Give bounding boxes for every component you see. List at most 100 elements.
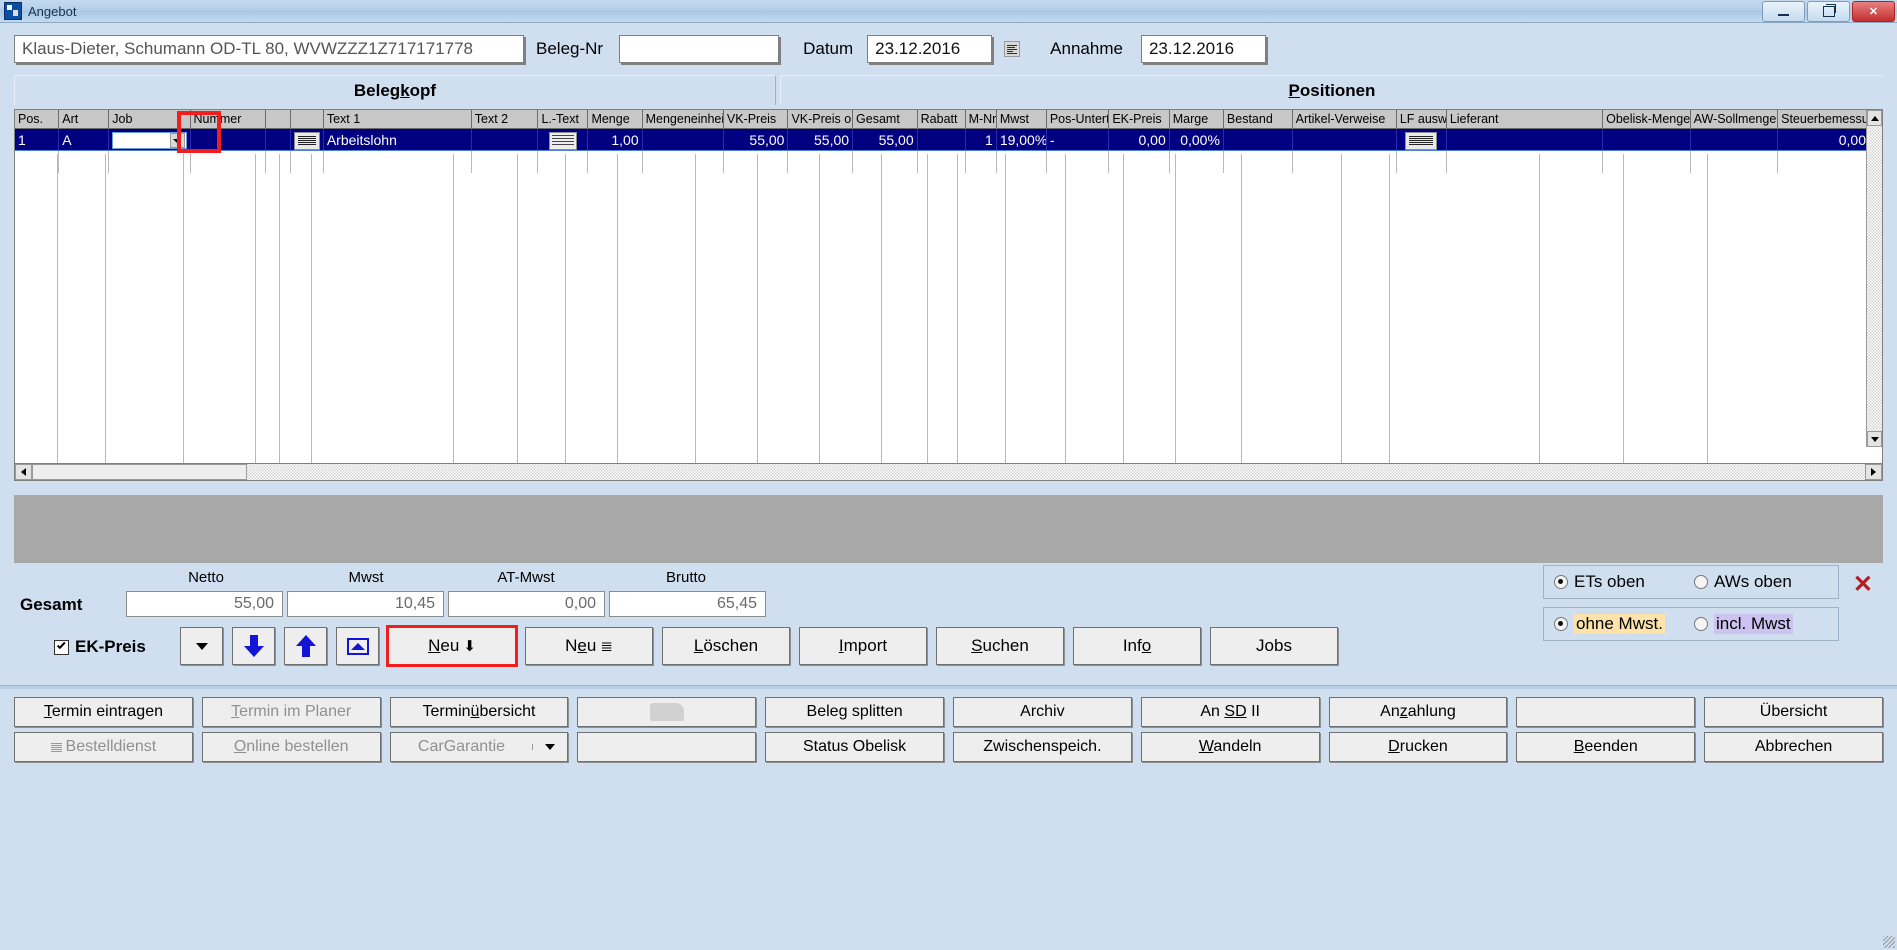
cell-lieferant[interactable] (1446, 128, 1604, 151)
col-pos-untertyp[interactable]: Pos-Untertyp (1046, 110, 1110, 129)
cell-text2[interactable] (471, 128, 539, 151)
jobs-button[interactable]: Jobs (1210, 627, 1338, 665)
anzahlung-button[interactable]: Anzahlung (1328, 697, 1508, 727)
beleg-splitten-button[interactable]: Beleg splitten (765, 697, 944, 727)
col-text1[interactable]: Text 1 (323, 110, 472, 129)
col-steuerbemessung[interactable]: Steuerbemessung (1777, 110, 1870, 129)
drucken-button[interactable]: Drucken (1328, 732, 1508, 762)
cell-rabatt[interactable] (917, 128, 966, 151)
zwischenspeich-button[interactable]: Zwischenspeich. (952, 732, 1132, 762)
cell-m-nr[interactable]: 1 (965, 128, 997, 151)
col-spacer-1[interactable] (265, 110, 291, 129)
radio-aws-oben[interactable]: AWs oben (1694, 572, 1792, 592)
long-text-icon[interactable] (548, 131, 577, 150)
close-button[interactable]: ✕ (1852, 1, 1895, 22)
tab-positionen[interactable]: Positionen (780, 75, 1883, 105)
loeschen-button[interactable]: Löschen (662, 627, 790, 665)
move-down-button[interactable] (232, 627, 275, 665)
table-row[interactable]: 1 A Arbeitslohn 1,00 55,00 55,00 55,00 1… (15, 128, 1870, 151)
cell-gesamt[interactable]: 55,00 (852, 128, 918, 151)
restore-button[interactable] (1807, 1, 1850, 22)
radio-button-icon[interactable] (1694, 617, 1708, 631)
cell-ltext[interactable] (537, 128, 589, 151)
termin-eintragen-button[interactable]: Termin eintragen (14, 697, 193, 727)
radio-button-icon[interactable] (1554, 575, 1568, 589)
import-button[interactable]: Import (799, 627, 927, 665)
info-button[interactable]: Info (1073, 627, 1201, 665)
col-text2[interactable]: Text 2 (471, 110, 539, 129)
suchen-button[interactable]: Suchen (936, 627, 1064, 665)
col-lieferant[interactable]: Lieferant (1446, 110, 1604, 129)
chevron-down-icon[interactable] (532, 744, 567, 750)
cell-text-editor[interactable] (290, 128, 324, 151)
status-obelisk-button[interactable]: Status Obelisk (765, 732, 944, 762)
cell-artikel-verweise[interactable] (1292, 128, 1397, 151)
col-pos[interactable]: Pos. (15, 110, 60, 129)
cell-pos[interactable]: 1 (15, 128, 60, 151)
customer-field[interactable]: Klaus-Dieter, Schumann OD-TL 80, WVWZZZ1… (14, 35, 524, 63)
window-resize-grip[interactable] (1883, 936, 1895, 948)
cell-nummer[interactable] (190, 128, 266, 151)
job-combo[interactable] (112, 132, 187, 149)
datum-list-icon[interactable] (1004, 41, 1021, 57)
col-gesamt[interactable]: Gesamt (852, 110, 918, 129)
col-aw-sollmenge[interactable]: AW-Sollmenge (Ze (1690, 110, 1779, 129)
table-row-empty[interactable] (15, 150, 1870, 173)
col-mengeneinheit[interactable]: Mengeneinheit (642, 110, 724, 129)
abbrechen-button[interactable]: Abbrechen (1704, 732, 1883, 762)
cell-marge[interactable]: 0,00% (1169, 128, 1224, 151)
scroll-down-arrow[interactable] (1867, 431, 1882, 447)
minimize-button[interactable] (1762, 1, 1805, 22)
col-vk-preis-ohne-mwst[interactable]: VK-Preis o. Mv (787, 110, 854, 129)
hscroll-thumb[interactable] (32, 464, 247, 480)
scroll-up-arrow[interactable] (1867, 110, 1882, 126)
cell-vk-preis-ohne-mwst[interactable]: 55,00 (787, 128, 854, 151)
beleg-nr-input[interactable] (619, 35, 780, 63)
neu-down-button[interactable]: Neu ⬇ (386, 625, 518, 667)
terminuebersicht-button[interactable]: Terminübersicht (389, 697, 569, 727)
radio-ohne-mwst[interactable]: ohne Mwst. (1554, 614, 1694, 634)
cell-mwst[interactable]: 19,00% (996, 128, 1047, 151)
close-options-icon[interactable]: ✕ (1853, 573, 1873, 597)
beenden-button[interactable]: Beenden (1516, 732, 1696, 762)
grid-horizontal-scrollbar[interactable] (15, 463, 1882, 480)
neu-split-button[interactable]: Neu ≣ (525, 627, 653, 665)
col-lf-ausw[interactable]: LF ausw. (1396, 110, 1447, 129)
blank-button-1[interactable] (1516, 697, 1696, 727)
chart-button[interactable] (336, 627, 379, 665)
cell-pos-untertyp[interactable]: - (1046, 128, 1110, 151)
col-spacer-2[interactable] (290, 110, 324, 129)
cell-menge[interactable]: 1,00 (587, 128, 643, 151)
col-bestand[interactable]: Bestand (1223, 110, 1293, 129)
cell-steuerbemessung[interactable]: 0,00 (1777, 128, 1870, 151)
move-up-button[interactable] (284, 627, 327, 665)
ek-preis-checkbox[interactable] (54, 639, 69, 655)
col-vk-preis[interactable]: VK-Preis (723, 110, 789, 129)
an-sd-ii-button[interactable]: An SD II (1140, 697, 1320, 727)
col-nummer[interactable]: Nummer (190, 110, 266, 129)
col-art[interactable]: Art (58, 110, 110, 129)
chevron-down-icon[interactable] (169, 133, 185, 148)
cell-obelisk-menge[interactable] (1602, 128, 1691, 151)
grid-vertical-scrollbar[interactable] (1866, 110, 1882, 447)
col-menge[interactable]: Menge (587, 110, 643, 129)
cell-bestand[interactable] (1223, 128, 1293, 151)
text-editor-icon[interactable] (293, 131, 320, 150)
uebersicht-button[interactable]: Übersicht (1704, 697, 1883, 727)
radio-ets-oben[interactable]: ETs oben (1554, 572, 1694, 592)
cell-job[interactable] (108, 128, 191, 151)
col-artikel-verweise[interactable]: Artikel-Verweise (1292, 110, 1397, 129)
wandeln-button[interactable]: Wandeln (1140, 732, 1320, 762)
datum-input[interactable]: 23.12.2016 (867, 35, 993, 63)
col-marge[interactable]: Marge (1169, 110, 1224, 129)
radio-incl-mwst[interactable]: incl. Mwst (1694, 614, 1793, 634)
cell-art[interactable]: A (58, 128, 110, 151)
cell-mengeneinheit[interactable] (642, 128, 724, 151)
scroll-right-arrow[interactable] (1865, 464, 1882, 480)
col-rabatt[interactable]: Rabatt (917, 110, 966, 129)
supplier-select-icon[interactable] (1405, 131, 1438, 150)
col-obelisk-menge[interactable]: Obelisk-Menge (1602, 110, 1691, 129)
ek-preis-checkbox-row[interactable]: EK-Preis (54, 637, 146, 657)
scroll-left-arrow[interactable] (15, 464, 32, 480)
col-ltext[interactable]: L.-Text (537, 110, 589, 129)
